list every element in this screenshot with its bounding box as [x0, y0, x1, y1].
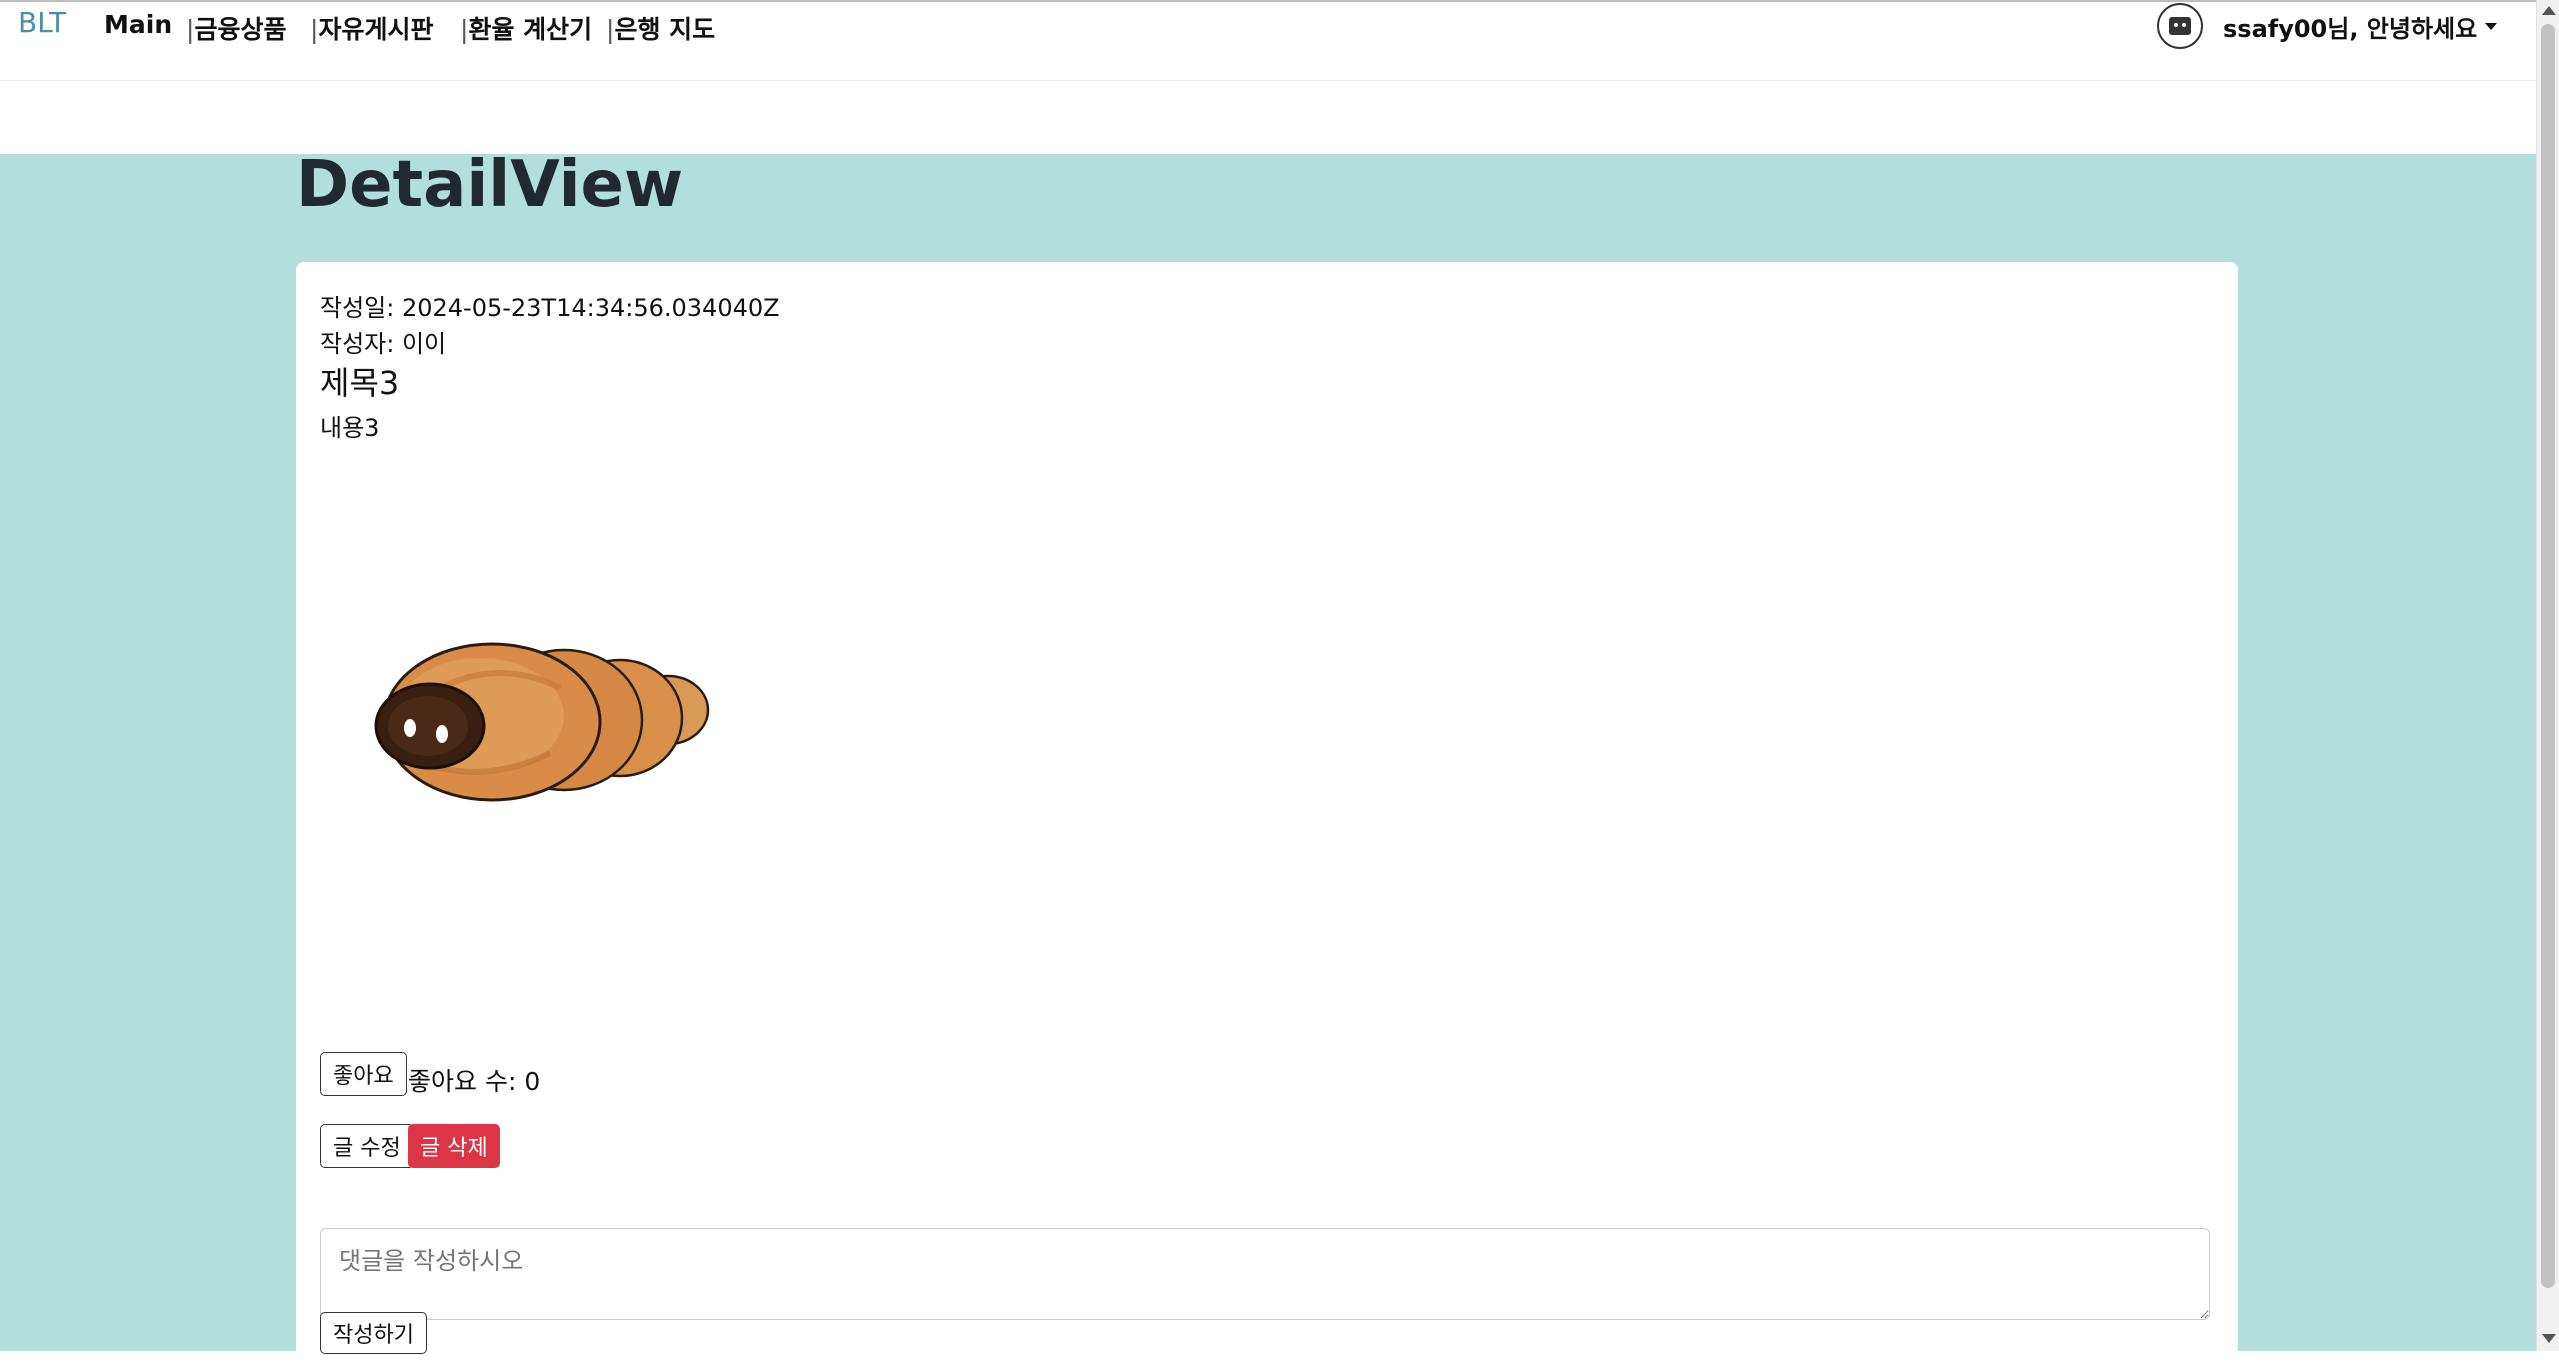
nav-link-bank-map[interactable]: |은행 지도 [606, 10, 715, 46]
bread-illustration [374, 642, 710, 802]
scroll-down-icon[interactable] [2542, 1334, 2556, 1343]
post-title: 제목3 [320, 364, 400, 402]
user-greeting: ssafy00님, 안녕하세요 [2223, 14, 2478, 43]
brand-logo[interactable]: BLT [18, 6, 66, 39]
scroll-up-icon[interactable] [2542, 6, 2556, 15]
post-detail-card: 작성일: 2024-05-23T14:34:56.034040Z 작성자: 이이… [296, 262, 2238, 1362]
comment-input[interactable] [320, 1228, 2210, 1320]
comment-submit-button[interactable]: 작성하기 [320, 1312, 427, 1354]
nav-link-main[interactable]: Main [104, 10, 172, 39]
page-title: DetailView [296, 148, 684, 222]
navbar: BLT Main |금융상품 |자유게시판 |환율 계산기 |은행 지도 ssa… [0, 2, 2536, 81]
nav-link-financial-products[interactable]: |금융상품 [186, 10, 286, 46]
nav-link-free-board[interactable]: |자유게시판 [310, 10, 433, 46]
post-image [320, 458, 820, 928]
post-content: 내용3 [320, 414, 380, 442]
avatar-face-icon [2169, 17, 2191, 35]
vertical-scrollbar[interactable] [2536, 0, 2559, 1351]
post-created-date: 작성일: 2024-05-23T14:34:56.034040Z [320, 294, 780, 322]
post-author: 작성자: 이이 [320, 330, 447, 358]
edit-post-button[interactable]: 글 수정 [320, 1124, 414, 1168]
like-count: 좋아요 수: 0 [408, 1067, 541, 1096]
scrollbar-thumb[interactable] [2541, 24, 2555, 1288]
nav-link-exchange-calculator[interactable]: |환율 계산기 [460, 10, 592, 46]
like-button[interactable]: 좋아요 [320, 1052, 407, 1096]
main-content: DetailView 작성일: 2024-05-23T14:34:56.0340… [0, 148, 2536, 1362]
delete-post-button[interactable]: 글 삭제 [408, 1124, 500, 1168]
chevron-down-icon[interactable] [2485, 22, 2498, 30]
avatar [2157, 3, 2203, 49]
user-menu[interactable]: ssafy00님, 안녕하세요 [2157, 2, 2498, 50]
